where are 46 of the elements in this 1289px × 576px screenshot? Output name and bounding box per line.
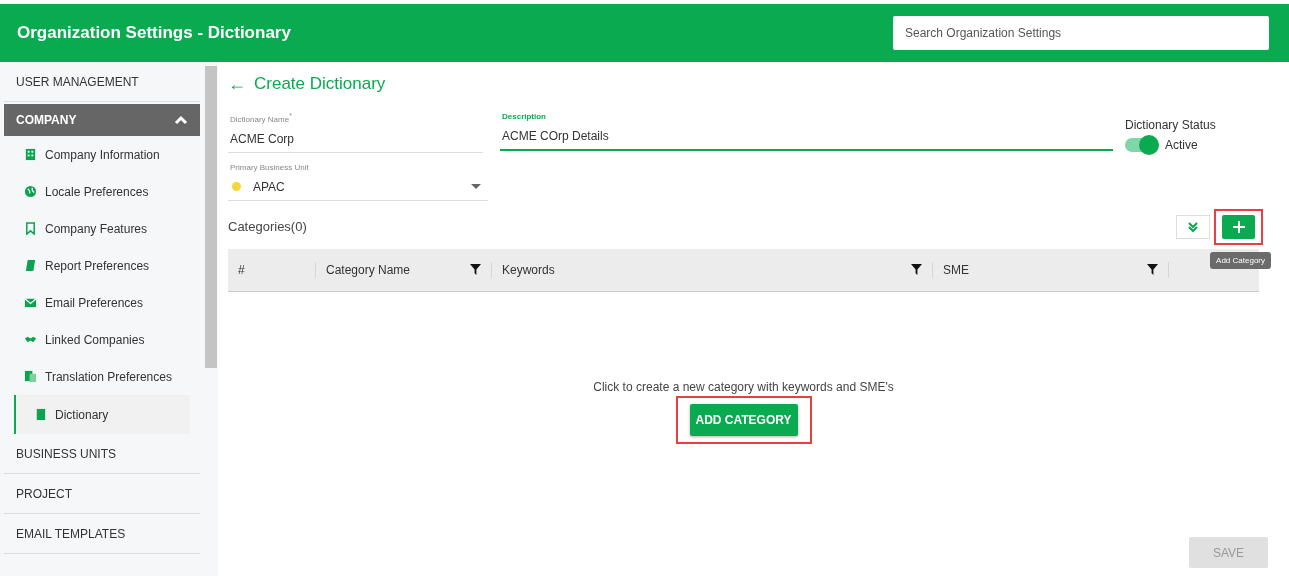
business-unit-dropdown[interactable]: Primary Business Unit APAC [228, 162, 488, 201]
book-icon [34, 408, 47, 421]
sidebar-item[interactable]: Company Features [4, 210, 200, 247]
column-header[interactable]: Keywords [502, 262, 555, 277]
form-title: Create Dictionary [254, 74, 386, 94]
expand-all-button[interactable] [1176, 214, 1210, 239]
double-chevron-icon [1187, 220, 1199, 233]
caret-icon [471, 183, 481, 190]
description-field[interactable]: Description ACME COrp Details [500, 112, 1113, 151]
column-header[interactable]: Category Name [326, 262, 411, 277]
envelope-icon [24, 296, 37, 309]
sidebar-section[interactable]: USER MANAGEMENT [4, 62, 200, 102]
status-toggle[interactable] [1125, 138, 1157, 152]
empty-message: Click to create a new category with keywords and SME's [593, 379, 894, 394]
filter-icon[interactable] [470, 264, 481, 276]
sidebar-item[interactable]: Linked Companies [4, 321, 200, 358]
translate-icon [24, 370, 37, 383]
sidebar-item[interactable]: Dictionary [14, 395, 190, 434]
sidebar-item[interactable]: Translation Preferences [4, 358, 200, 395]
sidebar-item[interactable]: Company Information [4, 136, 200, 173]
column-header[interactable]: # [238, 262, 245, 277]
sidebar-section[interactable]: PROJECT [4, 474, 200, 514]
plus-icon [1231, 219, 1246, 234]
page-title: Organization Settings - Dictionary [17, 23, 291, 43]
sidebar-item[interactable]: Locale Preferences [4, 173, 200, 210]
add-category-icon-button[interactable] [1222, 214, 1255, 239]
building-icon [24, 148, 37, 161]
tooltip: Add Category [1210, 251, 1271, 269]
status-text: Active [1165, 138, 1198, 152]
bookmark-icon [24, 222, 37, 235]
sidebar-section[interactable]: COMPANY [4, 104, 200, 136]
status-label: Dictionary Status [1125, 118, 1216, 132]
column-header[interactable]: SME [943, 262, 969, 277]
dictionary-name-field[interactable]: Dictionary Name$^{*}$ ACME Corp [228, 112, 483, 153]
sidebar-section[interactable]: EMAIL TEMPLATES [4, 514, 200, 554]
chevron-up-icon [174, 115, 188, 125]
sidebar-item[interactable]: Email Preferences [4, 284, 200, 321]
search-field[interactable]: Search Organization Settings [893, 16, 1269, 50]
globe-icon [24, 185, 37, 198]
scrollbar-thumb[interactable] [205, 66, 217, 368]
filter-icon[interactable] [1147, 264, 1158, 276]
categories-heading: Categories(0) [228, 219, 307, 235]
sidebar-section[interactable]: BUSINESS UNITS [4, 434, 200, 474]
book-icon [24, 259, 37, 272]
filter-icon[interactable] [911, 264, 922, 276]
sidebar-item[interactable]: Report Preferences [4, 247, 200, 284]
